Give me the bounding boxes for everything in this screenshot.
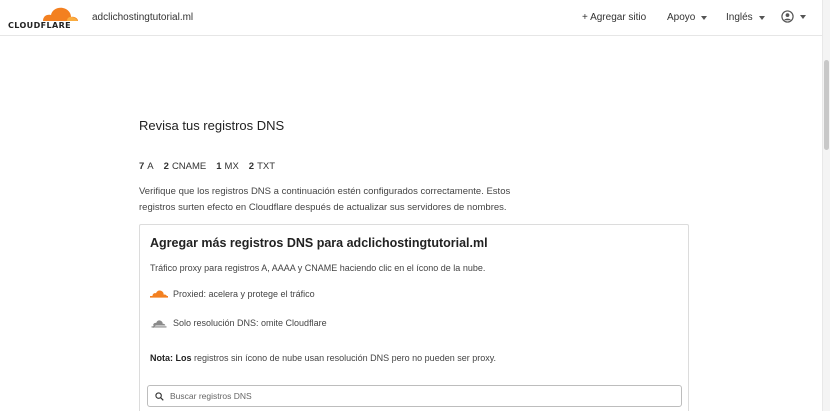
grey-cloud-icon bbox=[151, 320, 167, 328]
cloudflare-logo[interactable]: CLOUDFLARE bbox=[8, 5, 78, 31]
count-number: 2 bbox=[248, 161, 255, 172]
scrollbar-thumb[interactable] bbox=[824, 60, 829, 150]
note-label: Nota: bbox=[150, 353, 173, 363]
count-number: 2 bbox=[163, 161, 169, 172]
count-type: TXT bbox=[257, 161, 276, 172]
card-subtitle: Tráfico proxy para registros A, AAAA y C… bbox=[150, 263, 486, 273]
search-input[interactable] bbox=[170, 391, 650, 401]
support-menu[interactable]: Apoyo bbox=[667, 12, 708, 23]
orange-cloud-icon bbox=[150, 290, 168, 298]
chevron-down-icon bbox=[701, 15, 708, 20]
count-type: MX bbox=[224, 161, 239, 172]
support-label: Apoyo bbox=[667, 12, 696, 23]
page-scrollbar[interactable] bbox=[822, 0, 830, 411]
note-bold-text: Los bbox=[175, 353, 192, 363]
current-domain[interactable]: adclichostingtutorial.ml bbox=[92, 12, 193, 23]
intro-description: Verifique que los registros DNS a contin… bbox=[139, 186, 511, 213]
language-menu[interactable]: Inglés bbox=[726, 12, 765, 23]
user-menu[interactable] bbox=[781, 10, 806, 23]
dns-search-box[interactable] bbox=[147, 385, 682, 407]
count-cname: 2 CNAME bbox=[164, 161, 207, 172]
language-label: Inglés bbox=[726, 12, 753, 23]
add-site-label: + Agregar sitio bbox=[582, 12, 647, 23]
dns-only-label: Solo resolución DNS: omite Cloudflare bbox=[173, 318, 327, 328]
chevron-down-icon bbox=[758, 15, 765, 20]
add-dns-records-card: Agregar más registros DNS para adclichos… bbox=[139, 224, 689, 411]
proxied-label: Proxied: acelera y protege el tráfico bbox=[173, 289, 315, 299]
card-title: Agregar más registros DNS para adclichos… bbox=[150, 236, 488, 250]
logo-wordmark: CLOUDFLARE bbox=[8, 21, 71, 30]
top-navigation-bar: CLOUDFLARE adclichostingtutorial.ml + Ag… bbox=[0, 0, 822, 36]
count-number: 7 bbox=[139, 161, 145, 172]
count-txt: 2 TXT bbox=[249, 161, 275, 172]
search-icon bbox=[155, 391, 164, 401]
legend-dns-only: Solo resolución DNS: omite Cloudflare bbox=[150, 318, 327, 328]
proxy-note: Nota: Los registros sin ícono de nube us… bbox=[150, 353, 496, 363]
record-counts: 7A 2 CNAME 1 MX 2 TXT bbox=[139, 161, 275, 172]
chevron-down-icon bbox=[800, 14, 806, 19]
count-mx: 1 MX bbox=[216, 161, 239, 172]
user-circle-icon bbox=[781, 10, 794, 23]
count-type: A bbox=[147, 161, 154, 172]
count-type: CNAME bbox=[171, 161, 207, 172]
count-a: 7A bbox=[139, 161, 154, 172]
legend-proxied: Proxied: acelera y protege el tráfico bbox=[150, 289, 315, 299]
note-text: registros sin ícono de nube usan resoluc… bbox=[194, 353, 497, 363]
add-site-button[interactable]: + Agregar sitio bbox=[582, 12, 646, 23]
count-number: 1 bbox=[216, 161, 222, 172]
page-title: Revisa tus registros DNS bbox=[139, 118, 285, 133]
